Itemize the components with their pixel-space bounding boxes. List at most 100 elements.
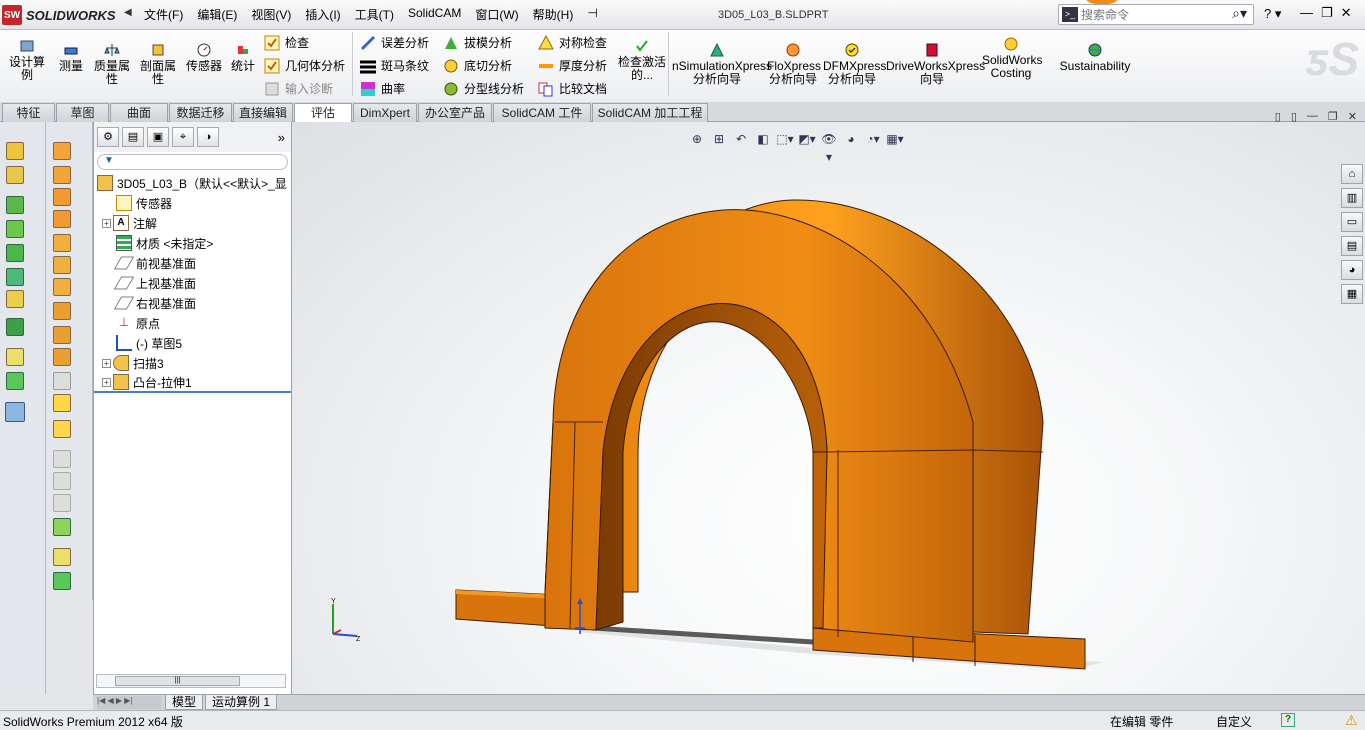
curvature-button[interactable]: 曲率: [360, 80, 405, 97]
status-units-custom[interactable]: 自定义: [1216, 713, 1252, 730]
expand-plus-icon[interactable]: +: [102, 377, 111, 387]
zebra-stripes-button[interactable]: 斑马条纹: [360, 57, 429, 74]
cut-revolve-icon[interactable]: [53, 278, 71, 296]
tab-office-products[interactable]: 办公室产品: [418, 103, 492, 122]
expand-plus-icon[interactable]: +: [102, 218, 111, 228]
dome-icon[interactable]: [53, 420, 71, 438]
tree-item-front-plane[interactable]: 前视基准面: [94, 253, 291, 273]
extrude-icon[interactable]: [6, 142, 24, 160]
expand-chevron-icon[interactable]: »: [278, 130, 285, 145]
tree-root-part[interactable]: 3D05_L03_B（默认<<默认>_显: [94, 173, 291, 193]
tree-item-sketch5[interactable]: (-) 草图5: [94, 333, 291, 353]
section-properties-button[interactable]: 剖面属性: [138, 42, 178, 86]
check-active-button[interactable]: 检查激活的...: [618, 38, 666, 82]
pin-icon[interactable]: ⊣: [580, 6, 604, 23]
menu-edit[interactable]: 编辑(E): [190, 6, 244, 23]
menu-tools[interactable]: 工具(T): [348, 6, 401, 23]
tree-filter[interactable]: ▼: [97, 154, 288, 170]
boss-revolve-icon[interactable]: [53, 166, 71, 184]
file-explorer-icon[interactable]: ▭: [1341, 212, 1363, 232]
fillet-icon[interactable]: [6, 196, 24, 214]
tab-solidcam-stock[interactable]: SolidCAM 工件: [493, 103, 591, 122]
shell-icon[interactable]: [6, 244, 24, 262]
cut-sweep-icon[interactable]: [53, 326, 71, 344]
tab-motion-study-1[interactable]: 运动算例 1: [205, 695, 278, 710]
search-box[interactable]: >_ ⌕▾: [1058, 4, 1254, 25]
part-model[interactable]: [293, 122, 1365, 694]
intersect-icon[interactable]: [53, 372, 71, 390]
tree-item-top-plane[interactable]: 上视基准面: [94, 273, 291, 293]
compare-documents-button[interactable]: 比较文档: [538, 80, 607, 97]
sweep-icon[interactable]: [53, 188, 71, 206]
driveworksxpress-button[interactable]: DriveWorksXpress 向导: [886, 42, 985, 86]
draft-analysis-button[interactable]: 拔模分析: [443, 34, 512, 51]
mass-properties-button[interactable]: 质量属性: [92, 42, 132, 86]
solidworks-logo[interactable]: SW SOLIDWORKS: [2, 4, 122, 26]
symmetry-check-button[interactable]: 对称检查: [538, 34, 607, 51]
close-icon[interactable]: ✕: [1341, 5, 1352, 21]
tree-item-right-plane[interactable]: 右视基准面: [94, 293, 291, 313]
import-diagnostics-button[interactable]: 输入诊断: [264, 80, 333, 97]
horizontal-scrollbar[interactable]: |||: [96, 674, 286, 688]
cut-extrude-icon[interactable]: [53, 256, 71, 274]
menu-pin-arrow-icon[interactable]: ◀: [124, 7, 132, 23]
design-study-button[interactable]: 设计算例: [6, 38, 48, 82]
solidworks-costing-button[interactable]: SolidWorks Costing: [982, 36, 1042, 80]
appearances-icon[interactable]: ◕: [1341, 260, 1363, 280]
dfmxpress-button[interactable]: DFMXpress 分析向导: [823, 42, 886, 86]
menu-window[interactable]: 窗口(W): [468, 6, 525, 23]
tree-item-boss-extrude1[interactable]: + 凸台-拉伸1: [94, 373, 291, 393]
rib-icon[interactable]: [6, 268, 24, 286]
helix-icon[interactable]: [53, 572, 71, 590]
sensor-button[interactable]: 传感器: [184, 42, 224, 73]
menu-view[interactable]: 视图(V): [244, 6, 298, 23]
tree-item-origin[interactable]: ⊥ 原点: [94, 313, 291, 333]
feature-tree-tab-icon[interactable]: ⚙: [97, 127, 119, 147]
cut-loft-icon[interactable]: [53, 348, 71, 366]
menu-solidcam[interactable]: SolidCAM: [401, 6, 468, 23]
thickness-analysis-button[interactable]: 厚度分析: [538, 57, 607, 74]
split-line-icon[interactable]: [53, 518, 71, 536]
measure-button[interactable]: 测量: [56, 42, 86, 73]
boss-extrude-icon[interactable]: [53, 142, 71, 160]
help-icon[interactable]: ? ▾: [1264, 6, 1281, 22]
tree-item-material[interactable]: 材质 <未指定>: [94, 233, 291, 253]
boundary-icon[interactable]: [53, 234, 71, 252]
hole-wizard-icon[interactable]: [53, 302, 71, 320]
configuration-manager-tab-icon[interactable]: ▣: [147, 127, 169, 147]
tab-direct-edit[interactable]: 直接编辑: [233, 103, 293, 122]
menu-insert[interactable]: 插入(I): [298, 6, 347, 23]
tab-evaluate[interactable]: 评估: [294, 103, 352, 123]
sustainability-button[interactable]: Sustainability: [1058, 42, 1132, 73]
dimxpert-manager-tab-icon[interactable]: ⌖: [172, 127, 194, 147]
revolve-icon[interactable]: [6, 166, 24, 184]
warning-icon[interactable]: ⚠: [1345, 712, 1358, 729]
reference-plane-icon[interactable]: [53, 548, 71, 566]
solidworks-resources-icon[interactable]: ⌂: [1341, 164, 1363, 184]
restore-icon[interactable]: ❐: [1321, 5, 1333, 21]
tree-item-annotations[interactable]: + A 注解: [94, 213, 291, 233]
tab-dimxpert[interactable]: DimXpert: [353, 103, 417, 122]
expand-plus-icon[interactable]: +: [102, 358, 111, 368]
search-input[interactable]: [1081, 7, 1231, 22]
parting-line-analysis-button[interactable]: 分型线分析: [443, 80, 524, 97]
wrap-icon[interactable]: [53, 394, 71, 412]
display-manager-tab-icon[interactable]: ◑: [197, 127, 219, 147]
tab-features[interactable]: 特征: [2, 103, 55, 122]
graphics-area[interactable]: ▯ ▯ — ❐ ✕ ⊕ ⊞ ↶ ◧ ⬚▾ ◩▾ 👁▾ ◕ ◔▾ ▦▾ Y Z ⌂…: [293, 110, 1365, 694]
tab-nav-arrows-icon[interactable]: |◀ ◀ ▶ ▶|: [97, 696, 161, 709]
curves-icon[interactable]: [6, 372, 24, 390]
view-palette-icon[interactable]: ▤: [1341, 236, 1363, 256]
scrollbar-thumb[interactable]: |||: [115, 676, 240, 686]
chamfer-icon[interactable]: [6, 220, 24, 238]
minimize-icon[interactable]: —: [1300, 5, 1313, 21]
statistics-button[interactable]: 统计: [229, 42, 257, 73]
geometry-analysis-button[interactable]: 几何体分析: [264, 57, 345, 74]
design-library-icon[interactable]: ▥: [1341, 188, 1363, 208]
tab-solidcam-machining[interactable]: SolidCAM 加工工程: [592, 103, 708, 122]
menu-help[interactable]: 帮助(H): [526, 6, 581, 23]
property-manager-tab-icon[interactable]: ▤: [122, 127, 144, 147]
tab-surfaces[interactable]: 曲面: [110, 103, 168, 122]
undercut-analysis-button[interactable]: 底切分析: [443, 57, 512, 74]
search-icon[interactable]: ⌕▾: [1232, 5, 1247, 22]
